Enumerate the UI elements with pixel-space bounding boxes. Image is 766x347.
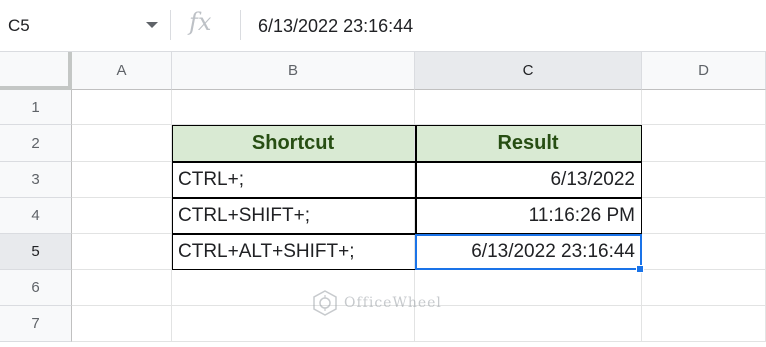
fill-handle[interactable] [636, 265, 644, 273]
cell-d5[interactable] [642, 234, 766, 270]
select-all-corner[interactable] [0, 52, 72, 90]
cell-d7[interactable] [642, 306, 766, 342]
cell-a2[interactable] [72, 125, 172, 162]
cell-b4[interactable]: CTRL+SHIFT+; [172, 198, 415, 234]
cell-d2[interactable] [642, 125, 766, 162]
formula-bar-divider [240, 10, 241, 40]
name-box-value: C5 [8, 16, 30, 35]
cell-a7[interactable] [72, 306, 172, 342]
cell-c4[interactable]: 11:16:26 PM [415, 198, 642, 234]
formula-bar: C5 fx 6/13/2022 23:16:44 [0, 0, 766, 52]
cell-c6[interactable] [415, 270, 642, 306]
watermark: OfficeWheel [312, 290, 442, 316]
cell-b3[interactable]: CTRL+; [172, 162, 415, 198]
chevron-down-icon[interactable] [146, 22, 158, 28]
formula-bar-divider [170, 10, 171, 40]
column-header-c[interactable]: C [415, 52, 642, 90]
row-header-2[interactable]: 2 [0, 125, 72, 162]
cell-a3[interactable] [72, 162, 172, 198]
name-box[interactable]: C5 [0, 10, 168, 40]
cell-b1[interactable] [172, 90, 415, 125]
cell-a1[interactable] [72, 90, 172, 125]
table-divider-horizontal [172, 197, 642, 199]
table-header-shortcut[interactable]: Shortcut [172, 125, 415, 162]
officewheel-logo-icon [313, 290, 337, 316]
table-divider-horizontal [172, 161, 642, 163]
spreadsheet-grid: A B C D 1 2 3 4 5 6 7 Shortcut Result CT… [0, 52, 766, 347]
row-header-6[interactable]: 6 [0, 270, 72, 306]
cell-d3[interactable] [642, 162, 766, 198]
watermark-text: OfficeWheel [344, 295, 442, 311]
cell-c5[interactable]: 6/13/2022 23:16:44 [415, 234, 642, 270]
cell-d1[interactable] [642, 90, 766, 125]
cell-c7[interactable] [415, 306, 642, 342]
cell-c3[interactable]: 6/13/2022 [415, 162, 642, 198]
column-header-a[interactable]: A [72, 52, 172, 90]
row-header-1[interactable]: 1 [0, 90, 72, 125]
cell-c1[interactable] [415, 90, 642, 125]
table-divider-horizontal [172, 233, 642, 235]
cell-a6[interactable] [72, 270, 172, 306]
fx-icon: fx [189, 8, 212, 36]
row-header-5[interactable]: 5 [0, 234, 72, 270]
column-header-b[interactable]: B [172, 52, 415, 90]
cell-a5[interactable] [72, 234, 172, 270]
row-header-7[interactable]: 7 [0, 306, 72, 342]
cell-d4[interactable] [642, 198, 766, 234]
column-header-d[interactable]: D [642, 52, 766, 90]
row-header-4[interactable]: 4 [0, 198, 72, 234]
cell-d6[interactable] [642, 270, 766, 306]
cell-b5[interactable]: CTRL+ALT+SHIFT+; [172, 234, 415, 270]
row-header-3[interactable]: 3 [0, 162, 72, 198]
formula-input[interactable]: 6/13/2022 23:16:44 [258, 16, 413, 37]
table-header-result[interactable]: Result [415, 125, 642, 162]
cell-a4[interactable] [72, 198, 172, 234]
